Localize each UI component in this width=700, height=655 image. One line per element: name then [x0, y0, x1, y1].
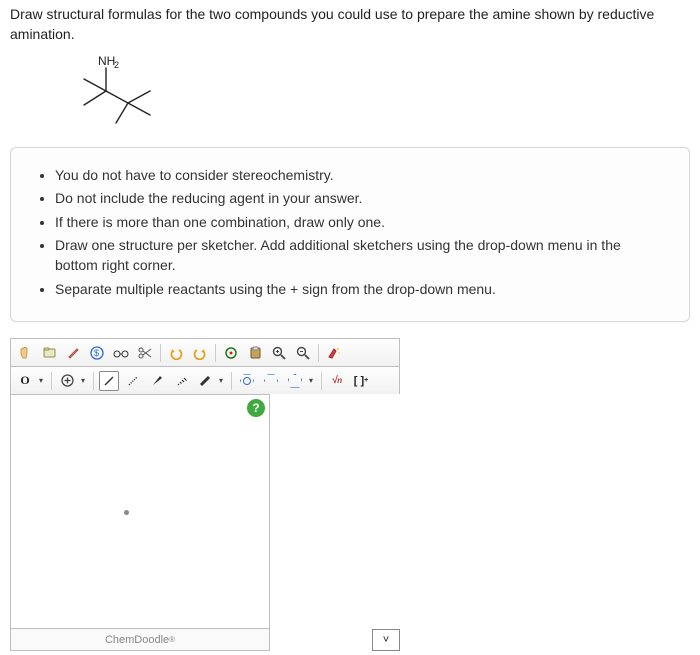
ring-dropdown-icon[interactable]: ▾ — [309, 376, 316, 385]
instruction-item: Do not include the reducing agent in you… — [55, 189, 663, 209]
bond-single-icon[interactable] — [99, 371, 119, 391]
bond-wedge-icon[interactable] — [147, 371, 167, 391]
hand-tool-icon[interactable] — [15, 343, 35, 363]
toolbar-sub: O ▾ ▾ ▾ ▾ √n [ ]+ — [10, 366, 400, 394]
atom-O-button[interactable]: O — [15, 371, 35, 391]
toolbar-top: $ — [10, 338, 400, 366]
ring-cyclopentane-icon[interactable] — [285, 371, 305, 391]
paste-icon[interactable] — [245, 343, 265, 363]
instruction-item: You do not have to consider stereochemis… — [55, 166, 663, 186]
plus-circle-icon[interactable] — [57, 371, 77, 391]
instruction-item: If there is more than one combination, d… — [55, 213, 663, 233]
add-sketcher-dropdown[interactable]: ˅ — [372, 629, 400, 651]
target-molecule: NH 2 — [70, 55, 190, 137]
open-icon[interactable] — [39, 343, 59, 363]
svg-text:NH: NH — [98, 55, 115, 68]
sketcher: $ O ▾ ▾ ▾ ▾ √n [ ]+ ? — [10, 338, 400, 651]
edit-icon[interactable] — [63, 343, 83, 363]
zoom-in-icon[interactable] — [269, 343, 289, 363]
instruction-item: Draw one structure per sketcher. Add add… — [55, 236, 663, 275]
atom-dropdown-icon[interactable]: ▾ — [39, 376, 46, 385]
redo-icon[interactable] — [190, 343, 210, 363]
bond-bold-icon[interactable] — [195, 371, 215, 391]
instruction-item: Separate multiple reactants using the + … — [55, 280, 663, 300]
canvas-cursor-dot — [124, 510, 129, 515]
usd-icon[interactable]: $ — [87, 343, 107, 363]
svg-text:2: 2 — [114, 60, 119, 70]
sketcher-footer-brand: ChemDoodle® — [10, 629, 270, 651]
bracket-icon[interactable]: [ ]+ — [351, 371, 371, 391]
instructions-panel: You do not have to consider stereochemis… — [10, 147, 690, 323]
undo-icon[interactable] — [166, 343, 186, 363]
sketcher-canvas[interactable]: ? — [10, 394, 270, 629]
bond-recessed-icon[interactable] — [123, 371, 143, 391]
glasses-icon[interactable] — [111, 343, 131, 363]
scissors-icon[interactable] — [135, 343, 155, 363]
charge-dropdown-icon[interactable]: ▾ — [81, 376, 88, 385]
center-icon[interactable] — [221, 343, 241, 363]
question-stem: Draw structural formulas for the two com… — [10, 4, 690, 45]
rgroup-icon[interactable]: √n — [327, 371, 347, 391]
bond-hash-icon[interactable] — [171, 371, 191, 391]
clean-icon[interactable] — [324, 343, 344, 363]
svg-text:$: $ — [94, 348, 99, 358]
zoom-out-icon[interactable] — [293, 343, 313, 363]
help-icon[interactable]: ? — [247, 399, 265, 417]
bond-dropdown-icon[interactable]: ▾ — [219, 376, 226, 385]
ring-cyclohexane-icon[interactable] — [261, 371, 281, 391]
ring-benzene-icon[interactable] — [237, 371, 257, 391]
